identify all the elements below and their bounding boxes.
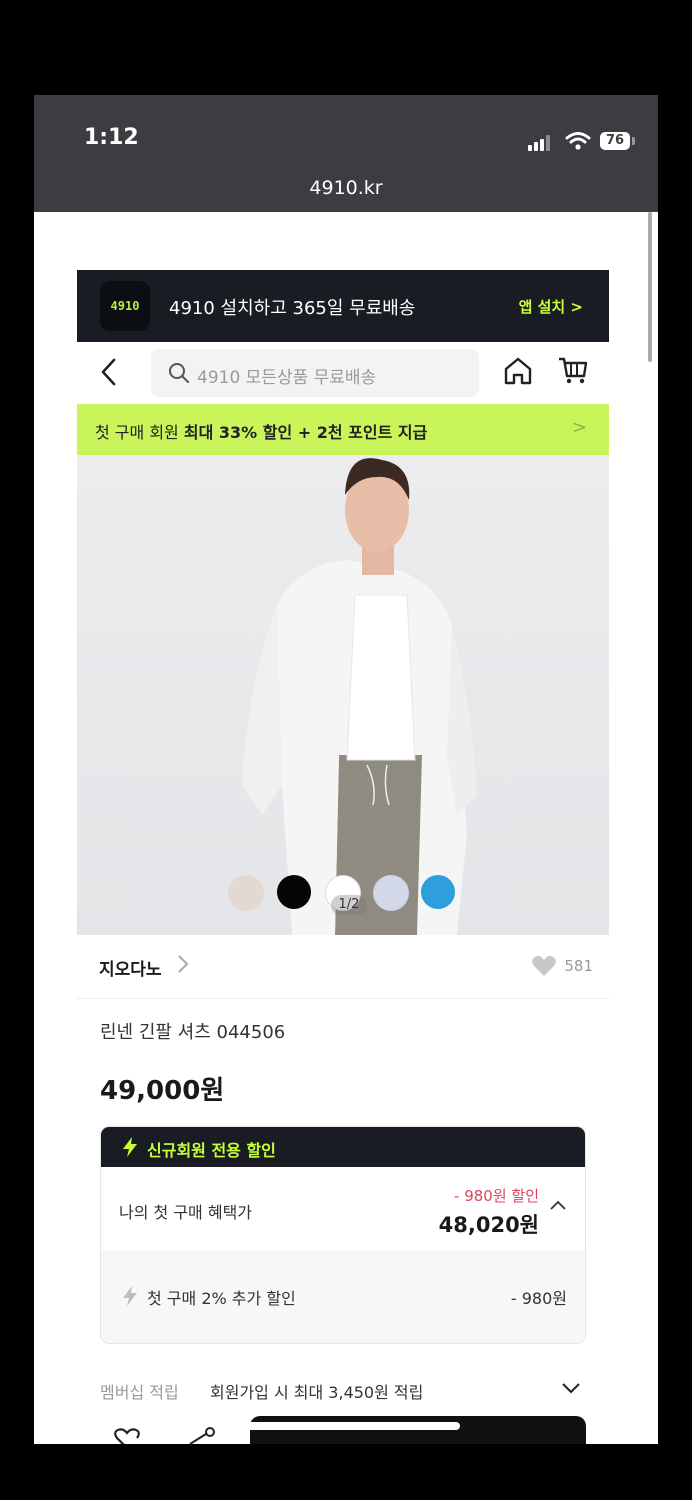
cart-icon[interactable] [557,354,589,386]
chevron-right-icon [178,955,189,973]
app-install-button[interactable]: 앱 설치 > [519,296,583,317]
scrollbar[interactable] [648,212,652,362]
home-indicator [234,1422,460,1430]
app-install-banner[interactable]: 4910 4910 설치하고 365일 무료배송 앱 설치 > [77,270,609,342]
chevron-right-icon: > [571,417,587,438]
brand-row[interactable]: 지오다노 581 [77,935,609,999]
color-swatch-blue[interactable] [421,875,455,909]
search-placeholder: 4910 모든상품 무료배송 [197,368,377,388]
url-bar[interactable]: 4910.kr [34,177,658,199]
membership-label: 멤버십 적립 [100,1383,179,1402]
product-model-photo [242,458,477,935]
first-purchase-promo-banner[interactable]: 첫 구매 회원 최대 33% 할인 + 2천 포인트 지급 > [77,404,609,455]
new-member-discount-box: 신규회원 전용 할인 나의 첫 구매 혜택가 - 980원 할인 48,020원… [100,1126,586,1344]
wishlist-heart-icon[interactable] [112,1428,142,1444]
promo-text-bold: 최대 33% 할인 + 2천 포인트 지급 [183,423,428,442]
color-swatch-black[interactable] [277,875,311,909]
discount-header-text: 신규회원 전용 할인 [147,1141,276,1160]
promo-text: 첫 구매 회원 최대 33% 할인 + 2천 포인트 지급 [95,419,427,443]
chevron-down-icon[interactable] [560,1380,582,1396]
status-time: 1:12 [84,125,139,150]
carousel-page-indicator: 1/2 [331,895,367,915]
extra-discount-row: 첫 구매 2% 추가 할인 - 980원 [101,1251,585,1343]
buy-button-bar[interactable] [250,1416,586,1444]
like-count: 581 [564,957,593,975]
product-image-carousel[interactable]: 1/2 [77,455,609,935]
app-logo: 4910 [100,281,150,331]
battery-tip [632,137,635,145]
membership-text: 회원가입 시 최대 3,450원 적립 [210,1383,424,1402]
discount-header: 신규회원 전용 할인 [101,1127,585,1167]
product-price: 49,000원 [100,1076,225,1106]
color-swatch-beige[interactable] [228,875,264,911]
heart-icon[interactable] [531,955,557,977]
search-input[interactable]: 4910 모든상품 무료배송 [151,349,479,397]
discount-amount: - 980원 할인 [454,1187,539,1205]
signal-icon [528,135,552,151]
share-icon[interactable] [184,1426,216,1444]
brand-name[interactable]: 지오다노 [99,955,162,980]
extra-discount-value: - 980원 [510,1289,567,1308]
status-bar: 1:12 76 4910.kr [34,95,658,212]
battery-icon: 76 [600,132,630,150]
home-icon[interactable] [503,355,533,387]
back-arrow-icon[interactable] [99,356,119,388]
product-name: 린넨 긴팔 셔츠 044506 [100,1022,286,1043]
lightning-icon [123,1137,137,1157]
color-swatch-light-blue[interactable] [373,875,409,911]
chevron-up-icon[interactable] [549,1199,567,1211]
web-content: 4910 4910 설치하고 365일 무료배송 앱 설치 > 4910 모든상… [34,212,658,1444]
promo-text-normal: 첫 구매 회원 [95,423,184,442]
wifi-icon [565,132,591,150]
top-nav: 4910 모든상품 무료배송 [77,342,609,404]
discounted-price: 48,020원 [438,1213,539,1237]
lightning-icon [123,1286,137,1306]
search-icon [169,363,189,383]
my-first-purchase-label: 나의 첫 구매 혜택가 [119,1203,253,1222]
extra-discount-label: 첫 구매 2% 추가 할인 [147,1289,296,1308]
app-banner-text: 4910 설치하고 365일 무료배송 [169,298,416,319]
